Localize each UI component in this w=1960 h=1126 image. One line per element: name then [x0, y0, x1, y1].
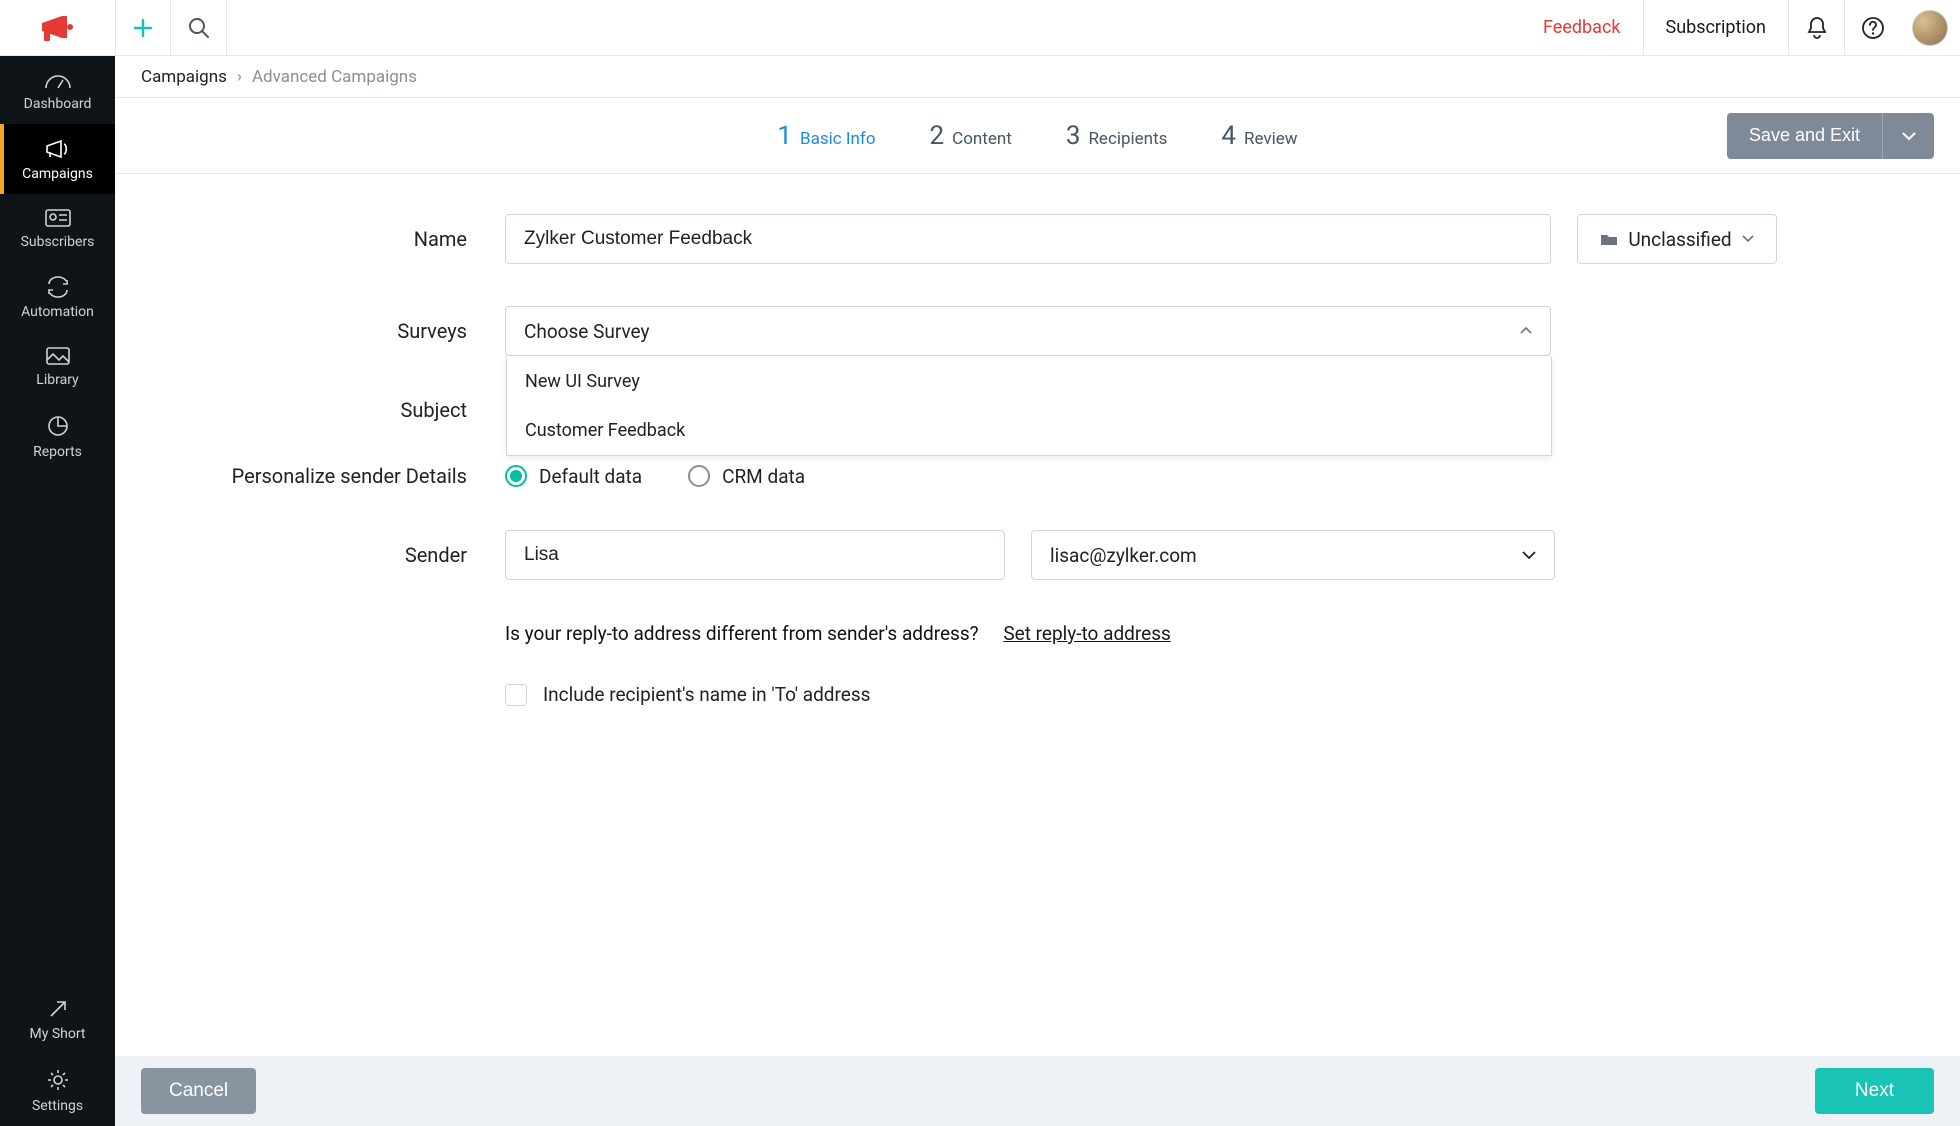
- personalize-label: Personalize sender Details: [175, 464, 505, 488]
- breadcrumb-current: Advanced Campaigns: [252, 67, 417, 87]
- main-area: Campaigns › Advanced Campaigns 1 Basic I…: [115, 56, 1960, 1126]
- gauge-icon: [44, 70, 72, 90]
- notifications-button[interactable]: [1788, 0, 1844, 55]
- folder-icon: [1600, 232, 1618, 246]
- sender-email-select[interactable]: lisac@zylker.com: [1031, 530, 1555, 580]
- sidebar-label: Reports: [33, 444, 82, 460]
- sidebar-item-reports[interactable]: Reports: [0, 400, 115, 472]
- chevron-down-icon: [1901, 131, 1917, 141]
- breadcrumb-root[interactable]: Campaigns: [141, 67, 227, 87]
- include-recipient-checkbox[interactable]: [505, 684, 527, 706]
- topbar: Feedback Subscription: [0, 0, 1960, 56]
- arrow-up-right-icon: [47, 998, 69, 1020]
- sidebar-item-dashboard[interactable]: Dashboard: [0, 56, 115, 124]
- contact-card-icon: [44, 208, 72, 228]
- chevron-down-icon: [1742, 235, 1754, 243]
- next-button[interactable]: Next: [1815, 1068, 1934, 1114]
- cancel-button[interactable]: Cancel: [141, 1068, 256, 1114]
- campaign-name-input[interactable]: [505, 214, 1551, 264]
- sidebar-item-subscribers[interactable]: Subscribers: [0, 194, 115, 262]
- step-content[interactable]: 2 Content: [930, 121, 1012, 151]
- sidebar-item-library[interactable]: Library: [0, 332, 115, 400]
- step-review[interactable]: 4 Review: [1221, 121, 1297, 151]
- megaphone-icon: [44, 138, 72, 160]
- radio-icon: [688, 465, 710, 487]
- surveys-label: Surveys: [175, 319, 505, 343]
- app-logo[interactable]: [0, 0, 115, 55]
- survey-option[interactable]: Customer Feedback: [507, 406, 1551, 455]
- sidebar-label: My Short: [30, 1026, 86, 1042]
- step-recipients[interactable]: 3 Recipients: [1066, 121, 1168, 151]
- sidebar-item-automation[interactable]: Automation: [0, 262, 115, 332]
- footer-bar: Cancel Next: [115, 1056, 1960, 1126]
- chevron-down-icon: [1522, 551, 1536, 560]
- form-area: Name Unclassified Surveys Choose Survey: [115, 174, 1960, 1126]
- sidebar-label: Settings: [32, 1098, 83, 1114]
- sidebar-label: Campaigns: [22, 166, 93, 182]
- save-and-exit-menu-button[interactable]: [1882, 113, 1934, 159]
- chevron-up-icon: [1520, 327, 1532, 335]
- help-icon: [1861, 16, 1885, 40]
- sidebar-item-shortcuts[interactable]: My Short: [0, 984, 115, 1054]
- help-button[interactable]: [1844, 0, 1900, 55]
- subscription-link[interactable]: Subscription: [1643, 0, 1789, 55]
- name-label: Name: [175, 227, 505, 251]
- breadcrumb: Campaigns › Advanced Campaigns: [115, 56, 1960, 98]
- gear-icon: [46, 1068, 70, 1092]
- radio-default-data[interactable]: Default data: [505, 465, 642, 488]
- sidebar-item-campaigns[interactable]: Campaigns: [0, 124, 115, 194]
- sidebar-label: Subscribers: [21, 234, 95, 250]
- sender-name-input[interactable]: [505, 530, 1005, 580]
- subject-label: Subject: [175, 398, 505, 422]
- megaphone-icon: [38, 8, 78, 48]
- include-recipient-label: Include recipient's name in 'To' address: [543, 683, 870, 706]
- search-icon: [188, 17, 210, 39]
- feedback-link[interactable]: Feedback: [1521, 0, 1642, 55]
- chevron-right-icon: ›: [237, 67, 242, 87]
- user-avatar[interactable]: [1912, 10, 1948, 46]
- sender-label: Sender: [175, 543, 505, 567]
- reply-to-question: Is your reply-to address different from …: [505, 622, 979, 645]
- sidebar-label: Library: [36, 372, 78, 388]
- set-reply-to-link[interactable]: Set reply-to address: [1003, 622, 1170, 645]
- radio-icon: [505, 465, 527, 487]
- step-bar: 1 Basic Info 2 Content 3 Recipients 4 Re…: [115, 98, 1960, 174]
- search-button[interactable]: [171, 0, 227, 55]
- plus-icon: [133, 18, 153, 38]
- radio-crm-data[interactable]: CRM data: [688, 465, 805, 488]
- pie-icon: [46, 414, 70, 438]
- image-icon: [45, 346, 71, 366]
- sidebar-label: Dashboard: [24, 96, 92, 112]
- classify-select[interactable]: Unclassified: [1577, 214, 1777, 264]
- save-and-exit-button[interactable]: Save and Exit: [1727, 113, 1882, 159]
- survey-select[interactable]: Choose Survey New UI Survey Customer Fee…: [505, 306, 1551, 356]
- survey-option[interactable]: New UI Survey: [507, 357, 1551, 406]
- step-basic-info[interactable]: 1 Basic Info: [777, 121, 875, 151]
- sidebar-label: Automation: [21, 304, 94, 320]
- sidebar: Dashboard Campaigns Subscribers Automati…: [0, 56, 115, 1126]
- survey-dropdown-menu: New UI Survey Customer Feedback: [506, 357, 1552, 456]
- sidebar-item-settings[interactable]: Settings: [0, 1054, 115, 1126]
- add-button[interactable]: [115, 0, 171, 55]
- bell-icon: [1806, 16, 1828, 40]
- cycle-icon: [45, 276, 71, 298]
